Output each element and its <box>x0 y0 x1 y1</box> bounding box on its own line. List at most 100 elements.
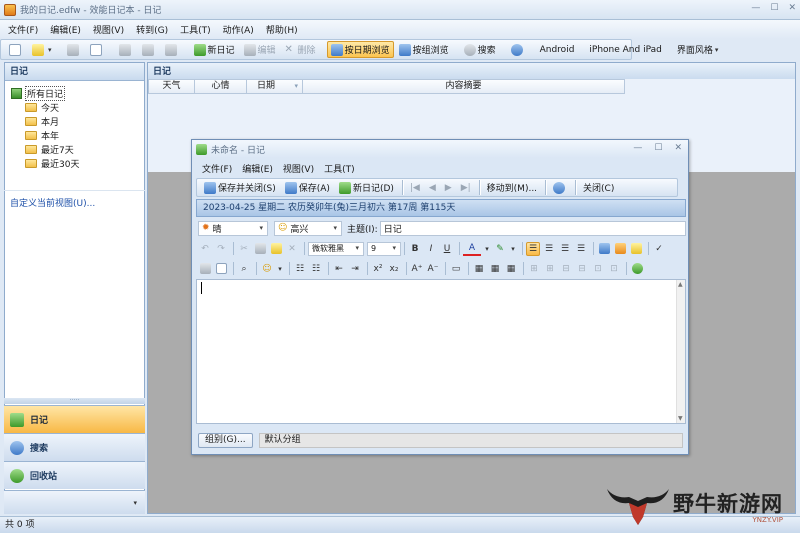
subscript-icon[interactable]: x₂ <box>387 262 401 276</box>
insert-box-icon[interactable]: ▭ <box>449 262 463 276</box>
column-date[interactable]: 日期 ▾ <box>247 80 303 93</box>
undo-icon[interactable]: ↶ <box>198 242 212 256</box>
maximize-icon[interactable]: ☐ <box>654 143 662 153</box>
superscript-icon[interactable]: x² <box>371 262 385 276</box>
tree-item-today[interactable]: 今天 <box>11 100 144 114</box>
open-button[interactable]: ▾ <box>28 41 56 58</box>
cut-icon[interactable]: ✂ <box>237 242 251 256</box>
copy-icon[interactable] <box>253 242 267 256</box>
copy-button[interactable] <box>138 41 160 58</box>
prev-record-button[interactable]: ◀ <box>425 179 440 196</box>
tree-item-this-year[interactable]: 本年 <box>11 128 144 142</box>
subject-input[interactable]: 日记 <box>379 220 686 236</box>
close-icon[interactable]: ✕ <box>788 3 796 13</box>
column-summary[interactable]: 内容摘要 <box>303 80 624 93</box>
paste-icon[interactable] <box>269 242 283 256</box>
iphone-ipad-button[interactable]: iPhone And iPad <box>585 41 665 58</box>
tree-item-all-diaries[interactable]: 所有日记 <box>11 85 144 101</box>
print-preview-button[interactable] <box>86 41 108 58</box>
delete-row-icon[interactable]: ⊟ <box>559 262 573 276</box>
table-props-icon[interactable]: ▦ <box>488 262 502 276</box>
redo-icon[interactable]: ↷ <box>214 242 228 256</box>
paste-button[interactable] <box>161 41 183 58</box>
menu-file[interactable]: 文件(F) <box>8 23 38 36</box>
tree-item-this-month[interactable]: 本月 <box>11 114 144 128</box>
chevron-down-icon[interactable]: ▾ <box>509 242 517 256</box>
tree-item-last-30-days[interactable]: 最近30天 <box>11 156 144 170</box>
menu-goto[interactable]: 转到(G) <box>136 23 168 36</box>
android-button[interactable]: Android <box>536 41 579 58</box>
column-mood[interactable]: 心情 <box>195 80 247 93</box>
print-button[interactable] <box>63 41 85 58</box>
numbered-list-icon[interactable]: ☷ <box>309 262 323 276</box>
browse-by-group-button[interactable]: 按组浏览 <box>395 41 453 58</box>
tree-item-last-7-days[interactable]: 最近7天 <box>11 142 144 156</box>
split-cells-icon[interactable]: ⊡ <box>607 262 621 276</box>
minimize-icon[interactable]: — <box>751 3 760 13</box>
editor-scrollbar[interactable]: ▲ ▼ <box>676 280 685 423</box>
new-diary-button[interactable]: 新日记 <box>190 41 239 58</box>
maximize-icon[interactable]: ☐ <box>770 3 778 13</box>
move-to-button[interactable]: 移动到(M)... <box>483 179 541 196</box>
nav-splitter[interactable]: ····· <box>4 398 145 404</box>
spellcheck-icon[interactable]: ✓ <box>652 242 666 256</box>
nav-button-recycle-bin[interactable]: 回收站 <box>4 461 145 489</box>
justify-icon[interactable]: ☰ <box>574 242 588 256</box>
editor-menu-tools[interactable]: 工具(T) <box>324 162 355 175</box>
group-button[interactable]: 组别(G)... <box>198 433 253 448</box>
browse-by-date-button[interactable]: 按日期浏览 <box>326 41 394 58</box>
next-record-button[interactable]: ▶ <box>441 179 456 196</box>
editor-close-button[interactable]: 关闭(C) <box>579 179 618 196</box>
find-replace-icon[interactable] <box>629 242 643 256</box>
minimize-icon[interactable]: — <box>633 143 642 153</box>
insert-image-icon[interactable] <box>597 242 611 256</box>
font-size-select[interactable]: 9 ▾ <box>367 241 401 256</box>
diary-content-editor[interactable] <box>196 279 686 424</box>
scroll-down-icon[interactable]: ▼ <box>678 415 683 422</box>
menu-help[interactable]: 帮助(H) <box>266 23 298 36</box>
editor-new-diary-button[interactable]: 新日记(D) <box>335 179 398 196</box>
insert-link-icon[interactable] <box>630 262 644 276</box>
nav-button-diary[interactable]: 日记 <box>4 405 145 433</box>
column-weather[interactable]: 天气 <box>149 80 195 93</box>
customize-view-link[interactable]: 自定义当前视图(U)... <box>10 196 95 209</box>
search-button[interactable]: 搜索 <box>460 41 500 58</box>
menu-actions[interactable]: 动作(A) <box>223 23 254 36</box>
insert-table-icon[interactable]: ▦ <box>472 262 486 276</box>
align-right-icon[interactable]: ☰ <box>558 242 572 256</box>
delete-column-icon[interactable]: ⊟ <box>575 262 589 276</box>
skin-style-button[interactable]: 界面风格 ▾ <box>673 41 723 58</box>
find-icon[interactable]: ⌕ <box>237 262 251 276</box>
chevron-down-icon[interactable]: ▾ <box>276 262 284 276</box>
underline-button[interactable]: U <box>440 242 454 256</box>
close-icon[interactable]: ✕ <box>674 143 682 153</box>
editor-menu-view[interactable]: 视图(V) <box>283 162 314 175</box>
menu-view[interactable]: 视图(V) <box>93 23 124 36</box>
last-record-button[interactable]: ▶| <box>457 179 475 196</box>
chevron-down-icon[interactable]: ▾ <box>483 242 491 256</box>
nav-button-search[interactable]: 搜索 <box>4 433 145 461</box>
nav-configure-button[interactable]: ▾ <box>4 490 145 514</box>
menu-tools[interactable]: 工具(T) <box>180 23 211 36</box>
weather-select[interactable]: ✹ 晴 ▾ <box>198 220 268 236</box>
insert-row-icon[interactable]: ⊞ <box>527 262 541 276</box>
delete-x-icon[interactable]: ✕ <box>285 242 299 256</box>
editor-menu-file[interactable]: 文件(F) <box>202 162 232 175</box>
insert-column-icon[interactable]: ⊞ <box>543 262 557 276</box>
grow-font-icon[interactable]: A⁺ <box>410 262 424 276</box>
menu-edit[interactable]: 编辑(E) <box>50 23 81 36</box>
insert-object-icon[interactable] <box>613 242 627 256</box>
table-grid-icon[interactable]: ▦ <box>504 262 518 276</box>
decrease-indent-icon[interactable]: ⇤ <box>332 262 346 276</box>
first-record-button[interactable]: |◀ <box>406 179 424 196</box>
bold-button[interactable]: B <box>408 242 422 256</box>
delete-button[interactable]: ✕ 删除 <box>281 41 320 58</box>
increase-indent-icon[interactable]: ⇥ <box>348 262 362 276</box>
scroll-up-icon[interactable]: ▲ <box>678 281 683 288</box>
save-close-button[interactable]: 保存并关闭(S) <box>200 179 280 196</box>
new-file-button[interactable] <box>5 41 27 58</box>
edit-button[interactable]: 编辑 <box>240 41 280 58</box>
editor-help-button[interactable] <box>549 179 571 196</box>
help-button[interactable] <box>507 41 529 58</box>
print-icon[interactable] <box>198 262 212 276</box>
